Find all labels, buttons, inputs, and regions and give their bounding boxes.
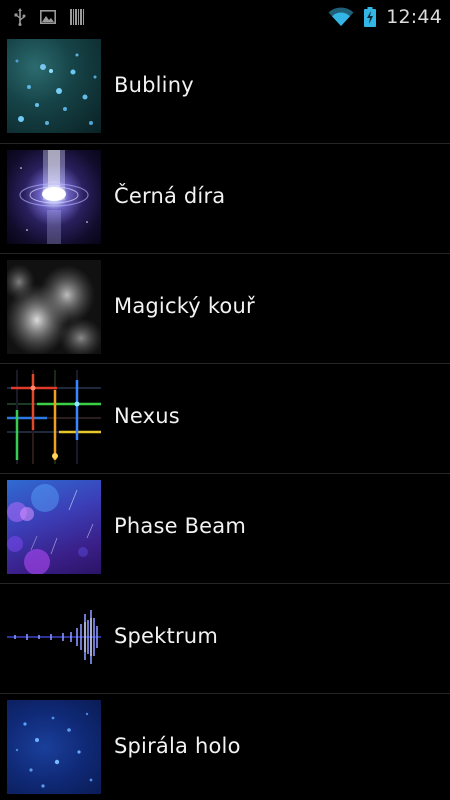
- wallpaper-label: Nexus: [114, 404, 180, 428]
- gallery-notification-icon: [40, 9, 56, 24]
- live-wallpaper-picker-screen: 12:44 Bubliny Černá díra Magický kouř Ne…: [0, 0, 450, 800]
- wallpaper-label: Spirála holo: [114, 734, 241, 758]
- status-time: 12:44: [386, 5, 442, 28]
- wifi-icon: [328, 6, 354, 26]
- battery-charging-icon: [364, 6, 377, 27]
- wallpaper-item-black-hole[interactable]: Černá díra: [0, 143, 450, 253]
- spectrum-thumbnail: [7, 590, 101, 684]
- bubbles-thumbnail: [7, 39, 101, 133]
- notification-icons: [0, 7, 84, 26]
- wallpaper-label: Magický kouř: [114, 294, 255, 318]
- wallpaper-item-magic-smoke[interactable]: Magický kouř: [0, 253, 450, 363]
- usb-icon: [14, 7, 26, 26]
- nexus-thumbnail: [7, 370, 101, 464]
- wallpaper-label: Phase Beam: [114, 514, 247, 538]
- magic-smoke-thumbnail: [7, 260, 101, 354]
- wallpaper-label: Bubliny: [114, 73, 194, 97]
- wallpaper-item-phase-beam[interactable]: Phase Beam: [0, 473, 450, 583]
- barcode-notification-icon: [70, 8, 84, 25]
- wallpaper-item-bubbles[interactable]: Bubliny: [0, 33, 450, 143]
- system-icons: 12:44: [328, 6, 450, 28]
- wallpaper-item-holo-spiral[interactable]: Spirála holo: [0, 693, 450, 800]
- status-bar: 12:44: [0, 0, 450, 33]
- wallpaper-label: Černá díra: [114, 184, 226, 208]
- black-hole-thumbnail: [7, 150, 101, 244]
- live-wallpaper-list: Bubliny Černá díra Magický kouř Nexus Ph…: [0, 33, 450, 800]
- phase-beam-thumbnail: [7, 480, 101, 574]
- wallpaper-label: Spektrum: [114, 624, 218, 648]
- wallpaper-item-spectrum[interactable]: Spektrum: [0, 583, 450, 693]
- holo-spiral-thumbnail: [7, 700, 101, 794]
- wallpaper-item-nexus[interactable]: Nexus: [0, 363, 450, 473]
